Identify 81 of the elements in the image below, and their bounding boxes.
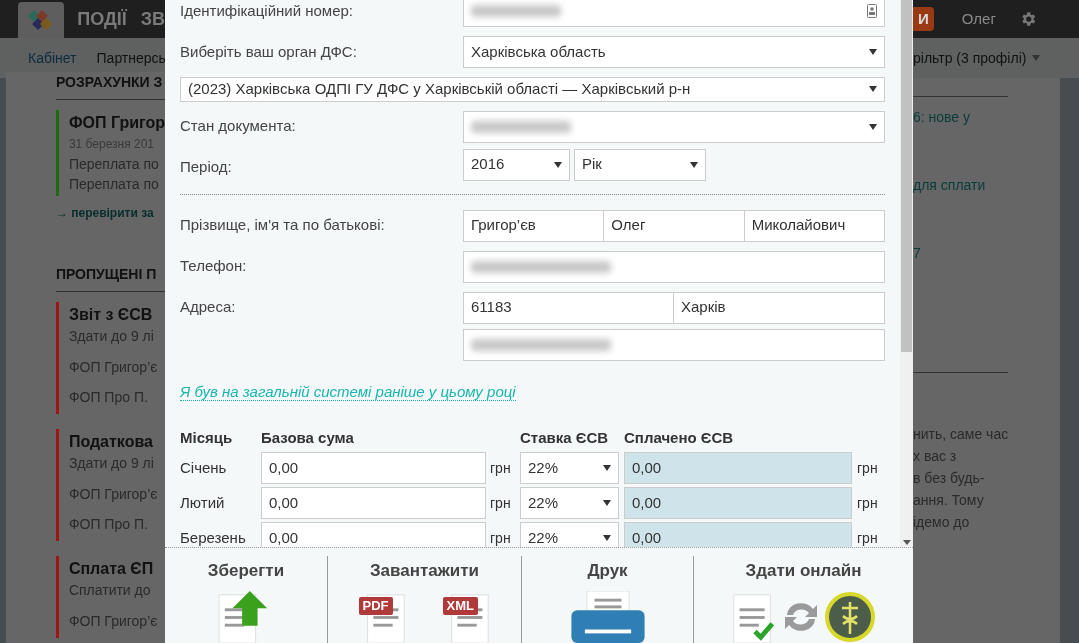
period-type-select[interactable]: Рік bbox=[574, 148, 706, 181]
dropdown-caret-icon bbox=[869, 86, 877, 93]
emblem-icon bbox=[824, 592, 875, 642]
currency-label: грн bbox=[856, 493, 878, 513]
card-text: ФОП Про П. bbox=[68, 515, 149, 534]
logo-tab[interactable] bbox=[18, 2, 65, 38]
month-label: Лютий bbox=[180, 492, 226, 513]
name-field[interactable]: Григор’єв bbox=[463, 209, 605, 242]
currency-label: грн bbox=[856, 458, 878, 478]
tax-office-select[interactable]: (2023) Харківська ОДПІ ГУ ДФС у Харківській області — Харківський р-н bbox=[180, 77, 885, 102]
field-label: Період: bbox=[180, 157, 233, 178]
action-button[interactable]: И bbox=[913, 7, 934, 31]
region-select[interactable]: Харківська область bbox=[463, 36, 885, 68]
currency-label: грн bbox=[856, 528, 878, 547]
card-text: Переплата по bbox=[68, 175, 160, 194]
base-amount-field[interactable]: 0,00 bbox=[261, 452, 486, 484]
id-card-icon bbox=[867, 4, 877, 18]
card-text: ФОП Про П. bbox=[68, 388, 149, 407]
card-text: ФОП Григор’є bbox=[68, 612, 158, 631]
card-due: Сплатити до bbox=[68, 581, 152, 600]
column-header: Сплачено ЄСВ bbox=[624, 427, 734, 448]
action-title[interactable]: Здати онлайн bbox=[745, 557, 862, 583]
base-amount-field[interactable]: 0,00 bbox=[261, 522, 486, 547]
dropdown-caret-icon bbox=[603, 465, 611, 471]
card-due: Здати до 9 лі bbox=[68, 327, 155, 346]
name-field[interactable]: Миколайович bbox=[743, 209, 885, 242]
currency-label: грн bbox=[489, 493, 512, 513]
id-number-field[interactable] bbox=[463, 0, 885, 27]
column-header: Базова сума bbox=[261, 427, 355, 448]
dropdown-caret-icon bbox=[690, 161, 698, 168]
paid-amount-field: 0,00 bbox=[624, 452, 852, 484]
scroll-down-icon[interactable] bbox=[902, 539, 911, 545]
field-label: Ідентифікаційний номер: bbox=[180, 0, 354, 21]
document-state-select[interactable] bbox=[463, 110, 885, 143]
paid-amount-field: 0,00 bbox=[624, 487, 852, 519]
card-title: Податкова bbox=[68, 432, 154, 452]
currency-label: грн bbox=[489, 458, 512, 478]
postcode-field[interactable]: 61183 bbox=[463, 291, 674, 324]
action-title[interactable]: Друк bbox=[587, 557, 628, 583]
city-field[interactable]: Харків bbox=[673, 291, 885, 324]
field-label: Прізвище, ім'я та по батькові: bbox=[180, 215, 386, 236]
card-text: ФОП Григор’є bbox=[68, 485, 158, 504]
nav-tab[interactable]: ЗВ bbox=[140, 5, 165, 33]
currency-label: грн bbox=[489, 528, 512, 547]
field-label: Телефон: bbox=[180, 256, 248, 277]
rate-select[interactable]: 22% bbox=[520, 452, 619, 484]
field-label: Адреса: bbox=[180, 297, 237, 318]
column-header: Місяць bbox=[180, 427, 234, 448]
file-type-badge: PDF bbox=[358, 597, 393, 615]
year-select[interactable]: 2016 bbox=[463, 148, 570, 181]
rate-select[interactable]: 22% bbox=[520, 487, 619, 519]
month-label: Січень bbox=[180, 457, 228, 478]
field-label: Стан документа: bbox=[180, 116, 297, 137]
phone-field[interactable] bbox=[463, 250, 885, 283]
file-type-badge: XML bbox=[442, 597, 478, 615]
action-title[interactable]: Завантажити bbox=[369, 557, 480, 583]
action-title[interactable]: Зберегти bbox=[207, 557, 285, 583]
column-header: Ставка ЄСВ bbox=[520, 427, 610, 448]
info-paragraph: нить, саме час х вас з в без будь- ання. Тому ідемо до bbox=[913, 425, 1010, 532]
name-field[interactable]: Олег bbox=[603, 209, 745, 242]
dropdown-caret-icon bbox=[869, 123, 877, 130]
base-amount-field[interactable]: 0,00 bbox=[261, 487, 486, 519]
rate-select[interactable]: 22% bbox=[520, 522, 619, 547]
scrollbar[interactable] bbox=[900, 0, 913, 547]
card-text: Переплата по bbox=[68, 155, 160, 174]
dropdown-caret-icon bbox=[603, 535, 611, 541]
card-due: Здати до 9 лі bbox=[68, 454, 155, 473]
dropdown-caret-icon bbox=[869, 49, 877, 55]
dropdown-caret-icon bbox=[1032, 55, 1041, 61]
nav-tab[interactable]: ПОДІЇ bbox=[77, 5, 127, 33]
paid-amount-field: 0,00 bbox=[624, 522, 852, 547]
card-text: ФОП Григор’є bbox=[68, 358, 158, 377]
card-title: ФОП Григор bbox=[68, 113, 165, 133]
card-title: Звіт з ЄСВ bbox=[68, 305, 154, 325]
dropdown-caret-icon bbox=[603, 500, 611, 506]
card-title: Сплата ЄП bbox=[68, 559, 155, 579]
dropdown-caret-icon bbox=[554, 161, 562, 168]
month-label: Березень bbox=[180, 527, 247, 547]
street-field[interactable] bbox=[463, 328, 885, 361]
user-name[interactable]: Олег bbox=[961, 7, 996, 31]
field-label: Виберіть ваш орган ДФС: bbox=[180, 41, 358, 62]
